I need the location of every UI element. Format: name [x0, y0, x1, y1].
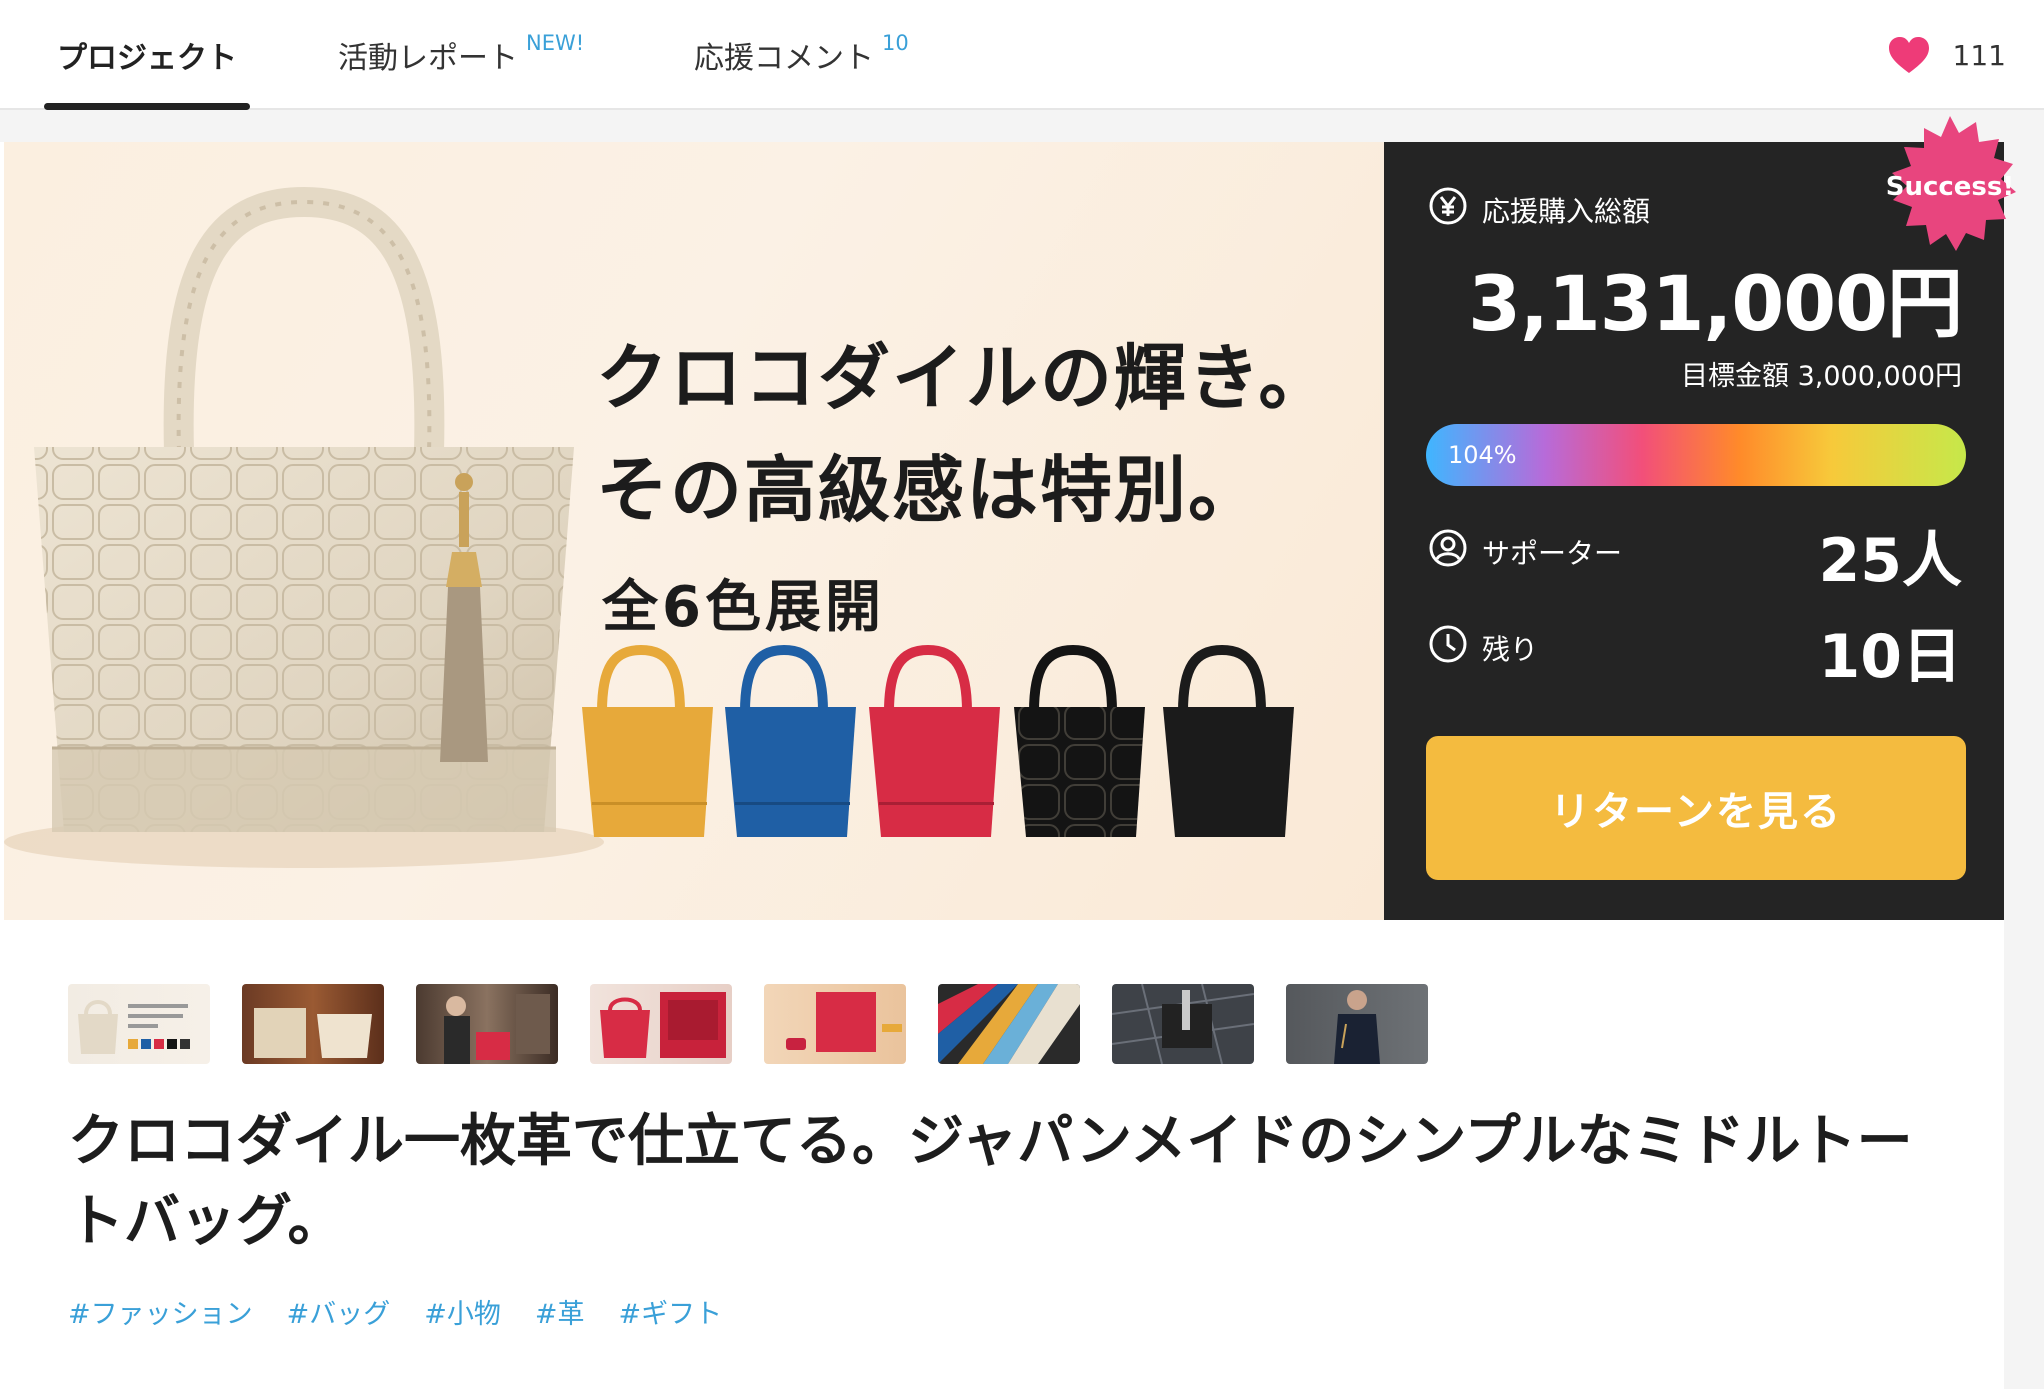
top-tab-bar: プロジェクト 活動レポート NEW! 応援コメント 10 111	[0, 0, 2044, 110]
heart-icon	[1887, 35, 1931, 75]
like-button[interactable]: 111	[1887, 0, 2006, 110]
tag-fashion[interactable]: #ファッション	[68, 1292, 253, 1331]
thumbnail-7[interactable]	[1112, 984, 1254, 1064]
supporters-value: 25人	[1818, 526, 1963, 596]
project-card: クロコダイルの輝き。 その高級感は特別。 全6色展開 Success! 応援購入…	[0, 116, 2016, 1389]
thumbnail-1[interactable]	[68, 984, 210, 1064]
total-amount-label-text: 応援購入総額	[1482, 194, 1651, 228]
total-amount-value: 3,131,000円	[1468, 259, 1963, 348]
remaining-label-text: 残り	[1482, 632, 1539, 666]
hero-headline: クロコダイルの輝き。 その高級感は特別。	[596, 322, 1332, 546]
tag-bag[interactable]: #バッグ	[287, 1292, 391, 1331]
progress-bar: 104%	[1426, 424, 1966, 486]
tab-activity-report-label: 活動レポート	[338, 41, 518, 76]
new-badge: NEW!	[526, 31, 585, 55]
supporters-label-text: サポーター	[1482, 536, 1623, 570]
tag-accessories[interactable]: #小物	[424, 1292, 501, 1331]
clock-icon	[1428, 624, 1468, 671]
hero-image[interactable]: クロコダイルの輝き。 その高級感は特別。 全6色展開	[4, 142, 1384, 920]
user-icon	[1428, 528, 1468, 575]
project-title: クロコダイル一枚革で仕立てる。ジャパンメイドのシンプルなミドルトートバッグ。	[68, 1109, 1913, 1254]
remaining-value: 10日	[1818, 622, 1963, 692]
tab-project[interactable]: プロジェクト	[44, 0, 250, 110]
remaining-label: 残り	[1428, 624, 1538, 671]
thumbnail-6[interactable]	[938, 984, 1080, 1064]
comments-count: 10	[882, 31, 909, 55]
like-count: 111	[1952, 38, 2006, 72]
progress-percent: 104%	[1448, 441, 1517, 469]
thumbnail-3[interactable]	[416, 984, 558, 1064]
thumbnail-4[interactable]	[590, 984, 732, 1064]
tab-support-comments-label: 応援コメント	[694, 41, 874, 76]
thumbnail-strip	[68, 984, 1428, 1064]
hero-subline: 全6色展開	[602, 575, 885, 640]
tab-support-comments[interactable]: 応援コメント 10	[694, 0, 909, 110]
supporters-label: サポーター	[1428, 528, 1622, 575]
success-badge: Success!	[1875, 112, 2025, 262]
thumbnail-5[interactable]	[764, 984, 906, 1064]
total-amount-label: 応援購入総額	[1428, 186, 1650, 233]
tag-gift[interactable]: #ギフト	[619, 1292, 723, 1331]
yen-icon	[1428, 186, 1468, 233]
hero-headline-line1: クロコダイルの輝き。	[596, 335, 1333, 420]
tab-activity-report[interactable]: 活動レポート NEW!	[338, 0, 584, 110]
thumbnail-8[interactable]	[1286, 984, 1428, 1064]
tag-leather[interactable]: #革	[535, 1292, 585, 1331]
tab-project-label: プロジェクト	[57, 41, 237, 76]
goal-amount: 目標金額 3,000,000円	[1681, 361, 1962, 392]
funding-stats-panel: Success! 応援購入総額 3,131,000円 目標金額 3,000,00…	[1384, 116, 2016, 920]
active-tab-indicator	[44, 103, 250, 110]
hero-headline-line2: その高級感は特別。	[596, 447, 1263, 532]
tag-list: #ファッション #バッグ #小物 #革 #ギフト	[68, 1292, 722, 1331]
success-badge-label: Success!	[1885, 172, 2015, 202]
view-returns-button[interactable]: リターンを見る	[1426, 736, 1966, 880]
thumbnail-2[interactable]	[242, 984, 384, 1064]
